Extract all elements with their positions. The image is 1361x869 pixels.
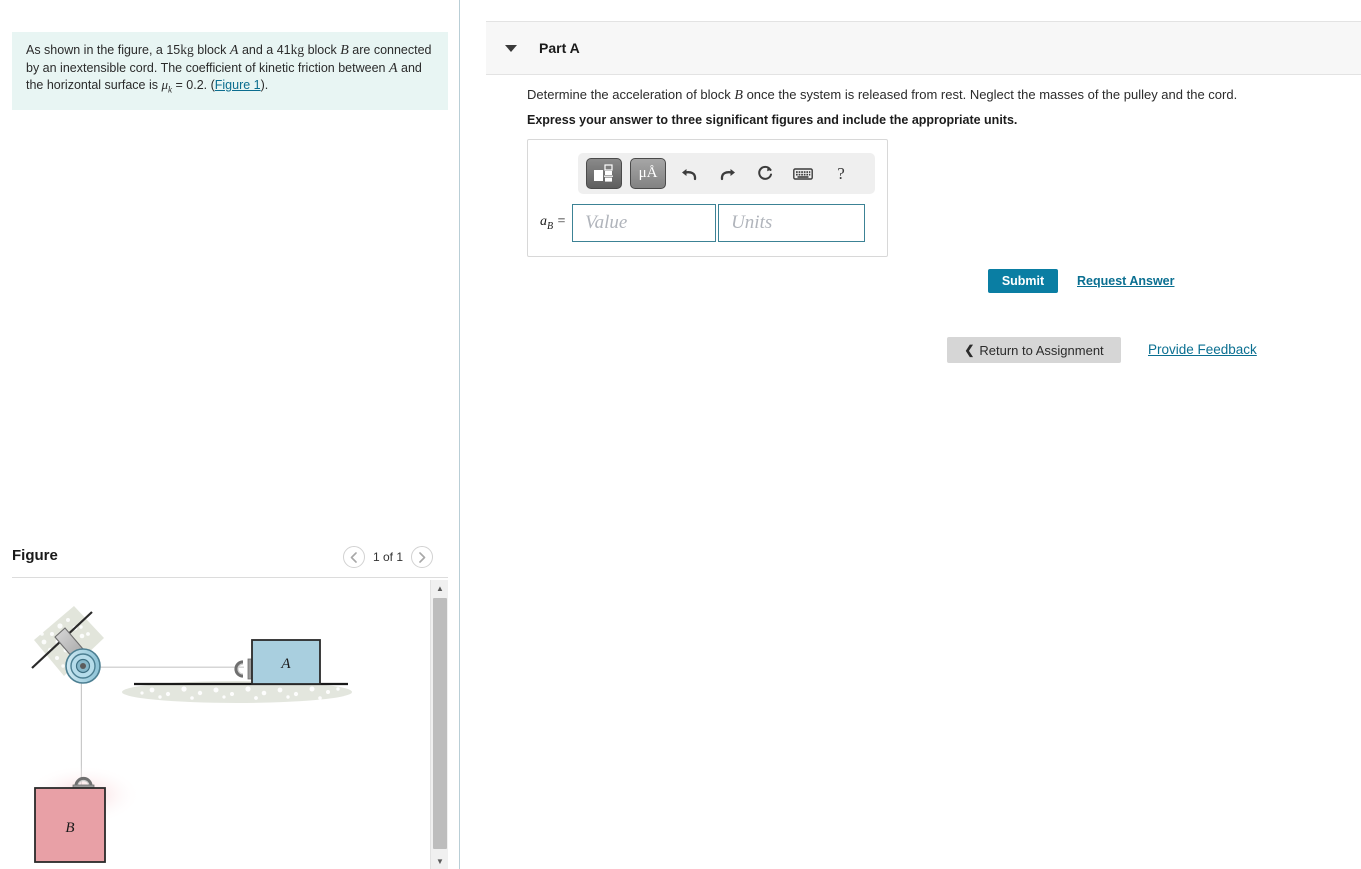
provide-feedback-link[interactable]: Provide Feedback [1148, 342, 1257, 357]
problem-statement: As shown in the figure, a 15kg block A a… [12, 32, 448, 111]
figure-scrollbar[interactable]: ▲ ▼ [430, 580, 448, 869]
question-text-pre: Determine the acceleration of block [527, 87, 735, 102]
undo-button[interactable] [674, 160, 704, 188]
problem-unit-kg-1: kg [180, 42, 194, 57]
chevron-left-icon: ❮ [964, 343, 975, 357]
reset-circular-arrow-icon [757, 165, 772, 180]
units-input[interactable] [718, 204, 866, 242]
figure-navigation: 1 of 1 [342, 546, 433, 568]
left-panel: As shown in the figure, a 15kg block A a… [0, 0, 460, 869]
figure-1-link[interactable]: Figure 1 [215, 78, 261, 92]
chevron-left-icon [351, 551, 358, 563]
return-to-assignment-button[interactable]: ❮ Return to Assignment [947, 337, 1121, 363]
cord-to-block-a [84, 666, 244, 672]
undo-arrow-icon [681, 169, 696, 181]
part-a-title: Part A [539, 40, 580, 56]
answer-equals: = [553, 214, 567, 230]
answer-variable-label: aB = [540, 214, 566, 232]
answer-box: μÅ ? aB = Value Units [527, 139, 888, 257]
problem-text-1: As shown in the figure, a 15 [26, 43, 181, 57]
figure-title: Figure [12, 547, 58, 564]
redo-arrow-icon [720, 169, 735, 181]
question-instruction: Express your answer to three significant… [527, 113, 1018, 127]
problem-mu-k: μk [162, 77, 173, 95]
figure-header: Figure 1 of 1 [0, 543, 459, 578]
caret-down-icon[interactable] [505, 44, 517, 52]
pulley [65, 648, 101, 684]
reset-button[interactable] [750, 160, 780, 188]
figure-divider [12, 577, 448, 578]
answer-row: aB = [540, 204, 866, 242]
figure-viewport: A B ▲ ▼ [12, 580, 448, 869]
scrollbar-down-arrow[interactable]: ▼ [431, 853, 448, 869]
question-text: Determine the acceleration of block B on… [527, 86, 1327, 104]
figure-counter: 1 of 1 [372, 550, 403, 564]
scrollbar-thumb[interactable] [433, 598, 447, 849]
figure-diagram: A B [25, 606, 352, 863]
return-to-assignment-label: Return to Assignment [979, 342, 1104, 358]
answer-toolbar: μÅ ? [578, 153, 875, 194]
part-a-header[interactable]: Part A [486, 21, 1361, 75]
problem-text-7: = 0.2. ( [172, 78, 215, 92]
question-text-post: once the system is released from rest. N… [742, 87, 1238, 102]
submit-button[interactable]: Submit [988, 269, 1058, 293]
problem-text-3: and a 41 [238, 43, 291, 57]
right-panel: Part A Determine the acceleration of blo… [461, 0, 1361, 869]
question-var-b: B [734, 88, 743, 103]
keyboard-icon [793, 167, 813, 180]
math-template-button[interactable] [586, 158, 622, 189]
redo-button[interactable] [712, 160, 742, 188]
figure-prev-button[interactable] [342, 546, 365, 568]
request-answer-link[interactable]: Request Answer [1077, 274, 1174, 288]
question-mark-icon: ? [837, 163, 845, 183]
block-b-label: B [65, 820, 74, 836]
problem-text-4: block [304, 43, 341, 57]
page-root: As shown in the figure, a 15kg block A a… [0, 0, 1361, 869]
math-template-icon [594, 164, 613, 182]
figure-next-button[interactable] [411, 546, 433, 568]
block-a: A [251, 639, 321, 685]
answer-var: a [540, 214, 547, 230]
problem-unit-kg-2: kg [290, 42, 305, 57]
problem-text-8: ). [260, 78, 269, 92]
block-b: B [34, 787, 106, 863]
block-a-label: A [280, 656, 291, 672]
problem-var-a2: A [388, 60, 398, 76]
units-button-label: μÅ [638, 165, 658, 181]
scrollbar-up-arrow[interactable]: ▲ [431, 580, 448, 596]
problem-text-2: block [193, 43, 230, 57]
units-button[interactable]: μÅ [630, 158, 666, 189]
chevron-right-icon [418, 551, 425, 563]
value-input[interactable] [572, 204, 717, 242]
help-button[interactable]: ? [826, 160, 856, 188]
keyboard-button[interactable] [788, 160, 818, 188]
problem-var-b: B [340, 43, 349, 58]
